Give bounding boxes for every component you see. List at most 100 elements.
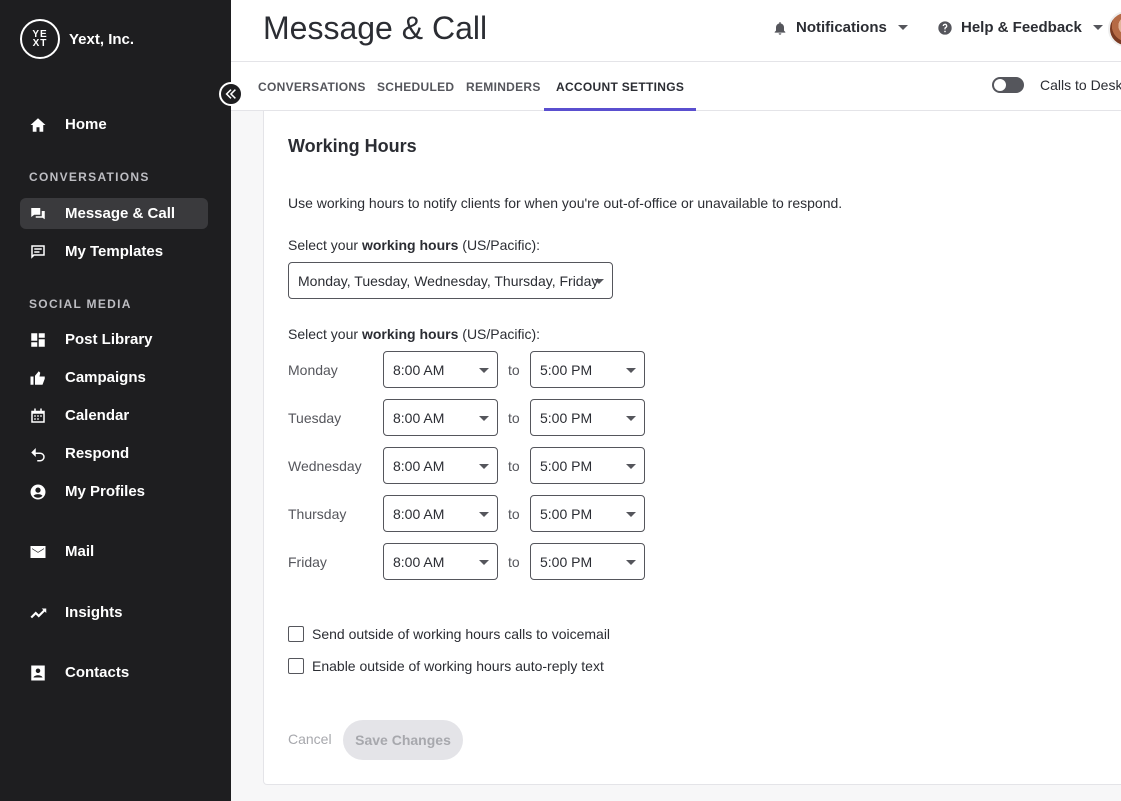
to-label: to	[508, 458, 520, 474]
wednesday-end-select[interactable]: 5:00 PM	[530, 447, 645, 484]
chevron-down-icon	[479, 416, 489, 421]
working-days-value: Monday, Tuesday, Wednesday, Thursday, Fr…	[298, 272, 599, 289]
save-changes-button[interactable]: Save Changes	[343, 720, 463, 760]
toggle-knob	[993, 78, 1007, 92]
tuesday-start-select[interactable]: 8:00 AM	[383, 399, 498, 436]
tab-scheduled[interactable]: SCHEDULED	[377, 62, 454, 111]
voicemail-option-label: Send outside of working hours calls to v…	[312, 626, 611, 642]
brand[interactable]: YE XT Yext, Inc.	[20, 19, 134, 59]
tab-account-settings[interactable]: ACCOUNT SETTINGS	[544, 62, 697, 111]
notifications-button[interactable]: Notifications	[772, 19, 908, 36]
section-conversations: CONVERSATIONS	[29, 170, 150, 184]
sidebar-item-label: Insights	[65, 604, 123, 621]
sidebar-item-campaigns[interactable]: Campaigns	[20, 362, 208, 393]
calls-to-desk-label: Calls to Desk	[1040, 77, 1121, 93]
chevron-down-icon	[626, 416, 636, 421]
chevron-down-icon	[626, 368, 636, 373]
sidebar-item-my-templates[interactable]: My Templates	[20, 236, 208, 267]
reply-icon	[29, 445, 47, 463]
chevron-down-icon	[626, 512, 636, 517]
brand-name: Yext, Inc.	[69, 30, 135, 48]
profile-icon	[29, 483, 47, 501]
chevron-down-icon	[594, 279, 604, 284]
home-icon	[29, 116, 47, 134]
sidebar-item-label: Respond	[65, 445, 130, 462]
autoreply-option-label: Enable outside of working hours auto-rep…	[312, 658, 604, 674]
tab-reminders[interactable]: REMINDERS	[466, 62, 541, 111]
tuesday-end-select[interactable]: 5:00 PM	[530, 399, 645, 436]
bell-icon	[774, 21, 786, 35]
voicemail-checkbox[interactable]	[288, 626, 304, 642]
day-label-thursday: Thursday	[288, 506, 347, 522]
sidebar-item-contacts[interactable]: Contacts	[20, 657, 208, 688]
help-feedback-button[interactable]: Help & Feedback	[937, 19, 1103, 36]
thursday-end-select[interactable]: 5:00 PM	[530, 495, 645, 532]
voicemail-option[interactable]: Send outside of working hours calls to v…	[288, 626, 610, 642]
day-label-monday: Monday	[288, 362, 338, 378]
calendar-icon	[29, 407, 47, 425]
chevron-down-icon	[479, 464, 489, 469]
to-label: to	[508, 506, 520, 522]
section-social-media: SOCIAL MEDIA	[29, 297, 132, 311]
sidebar-item-message-call[interactable]: Message & Call	[20, 198, 208, 229]
friday-end-select[interactable]: 5:00 PM	[530, 543, 645, 580]
sidebar-item-insights[interactable]: Insights	[20, 597, 208, 628]
cancel-button[interactable]: Cancel	[288, 731, 332, 747]
mail-icon	[29, 543, 47, 561]
thursday-start-select[interactable]: 8:00 AM	[383, 495, 498, 532]
contact-icon	[29, 664, 47, 682]
chevron-down-icon	[626, 464, 636, 469]
chevron-down-icon	[479, 512, 489, 517]
collapse-sidebar-button[interactable]	[219, 82, 243, 106]
tab-bar: CONVERSATIONS SCHEDULED REMINDERS ACCOUN…	[231, 62, 1121, 111]
day-label-friday: Friday	[288, 554, 327, 570]
working-hours-card: Working Hours Use working hours to notif…	[263, 111, 1121, 785]
sidebar-item-label: Campaigns	[65, 369, 146, 386]
to-label: to	[508, 410, 520, 426]
sidebar-item-respond[interactable]: Respond	[20, 438, 208, 469]
days-field-label: Select your working hours (US/Pacific):	[288, 237, 541, 253]
avatar[interactable]	[1108, 11, 1121, 47]
sidebar-item-label: Contacts	[65, 664, 130, 681]
template-icon	[29, 243, 47, 261]
sidebar-item-post-library[interactable]: Post Library	[20, 324, 208, 355]
yext-logo: YE XT	[20, 19, 60, 59]
sidebar-item-label: Post Library	[65, 331, 153, 348]
notifications-label: Notifications	[796, 19, 887, 36]
sidebar-item-home[interactable]: Home	[20, 109, 208, 140]
sidebar-item-calendar[interactable]: Calendar	[20, 400, 208, 431]
dashboard-icon	[29, 331, 47, 349]
day-label-tuesday: Tuesday	[288, 410, 342, 426]
help-feedback-label: Help & Feedback	[961, 19, 1082, 36]
chevron-down-icon	[626, 560, 636, 565]
sidebar-item-label: Calendar	[65, 407, 130, 424]
wednesday-start-select[interactable]: 8:00 AM	[383, 447, 498, 484]
working-days-select[interactable]: Monday, Tuesday, Wednesday, Thursday, Fr…	[288, 262, 613, 299]
section-title: Working Hours	[288, 136, 417, 156]
day-label-wednesday: Wednesday	[288, 458, 362, 474]
sidebar-item-my-profiles[interactable]: My Profiles	[20, 476, 208, 507]
monday-start-select[interactable]: 8:00 AM	[383, 351, 498, 388]
sidebar-item-label: My Profiles	[65, 483, 146, 500]
hours-field-label: Select your working hours (US/Pacific):	[288, 326, 541, 342]
sidebar: YE XT Yext, Inc. Home CONVERSATIONS Messa…	[0, 0, 231, 801]
chevron-down-icon	[479, 560, 489, 565]
double-chevron-left-icon	[225, 89, 236, 99]
autoreply-checkbox[interactable]	[288, 658, 304, 674]
chevron-down-icon	[479, 368, 489, 373]
calls-to-desk-toggle[interactable]	[992, 77, 1024, 93]
friday-start-select[interactable]: 8:00 AM	[383, 543, 498, 580]
page-header: Message & Call Notifications Help & Feed…	[231, 0, 1121, 62]
sidebar-item-label: Message & Call	[65, 205, 176, 222]
calls-to-desk-control: Calls to Desk	[992, 77, 1121, 93]
chevron-down-icon	[1092, 25, 1103, 30]
trending-icon	[29, 604, 47, 622]
working-hours-description: Use working hours to notify clients for …	[288, 195, 843, 211]
sidebar-item-label: Home	[65, 116, 107, 133]
tab-conversations[interactable]: CONVERSATIONS	[258, 62, 366, 111]
sidebar-item-mail[interactable]: Mail	[20, 536, 208, 567]
page-title: Message & Call	[263, 10, 488, 46]
thumbs-up-icon	[29, 369, 47, 387]
autoreply-option[interactable]: Enable outside of working hours auto-rep…	[288, 658, 604, 674]
monday-end-select[interactable]: 5:00 PM	[530, 351, 645, 388]
